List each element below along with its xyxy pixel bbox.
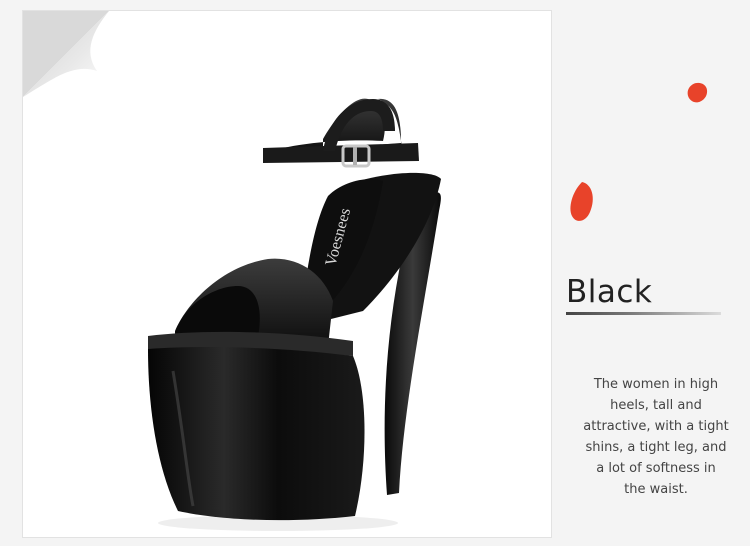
platform-body bbox=[148, 347, 365, 521]
product-description: The women in high heels, tall and attrac… bbox=[566, 374, 746, 500]
description-line: the waist. bbox=[624, 482, 688, 497]
description-line: attractive, with a tight bbox=[583, 419, 729, 434]
description-line: a lot of softness in bbox=[596, 461, 716, 476]
red-petal-decoration-top bbox=[687, 82, 708, 103]
peep-toe-opening bbox=[175, 286, 260, 336]
product-photo: Voesnees bbox=[22, 10, 552, 538]
color-name-heading: Black bbox=[566, 274, 653, 310]
platform-sandal-image: Voesnees bbox=[148, 98, 441, 531]
description-line: heels, tall and bbox=[610, 398, 702, 413]
strap-band bbox=[263, 143, 419, 163]
heading-underline bbox=[566, 312, 721, 315]
product-info-panel: Black The women in high heels, tall and … bbox=[556, 0, 750, 546]
red-petal-decoration-left bbox=[570, 182, 593, 221]
description-line: The women in high bbox=[593, 377, 719, 392]
description-line: shins, a tight leg, and bbox=[585, 440, 727, 455]
